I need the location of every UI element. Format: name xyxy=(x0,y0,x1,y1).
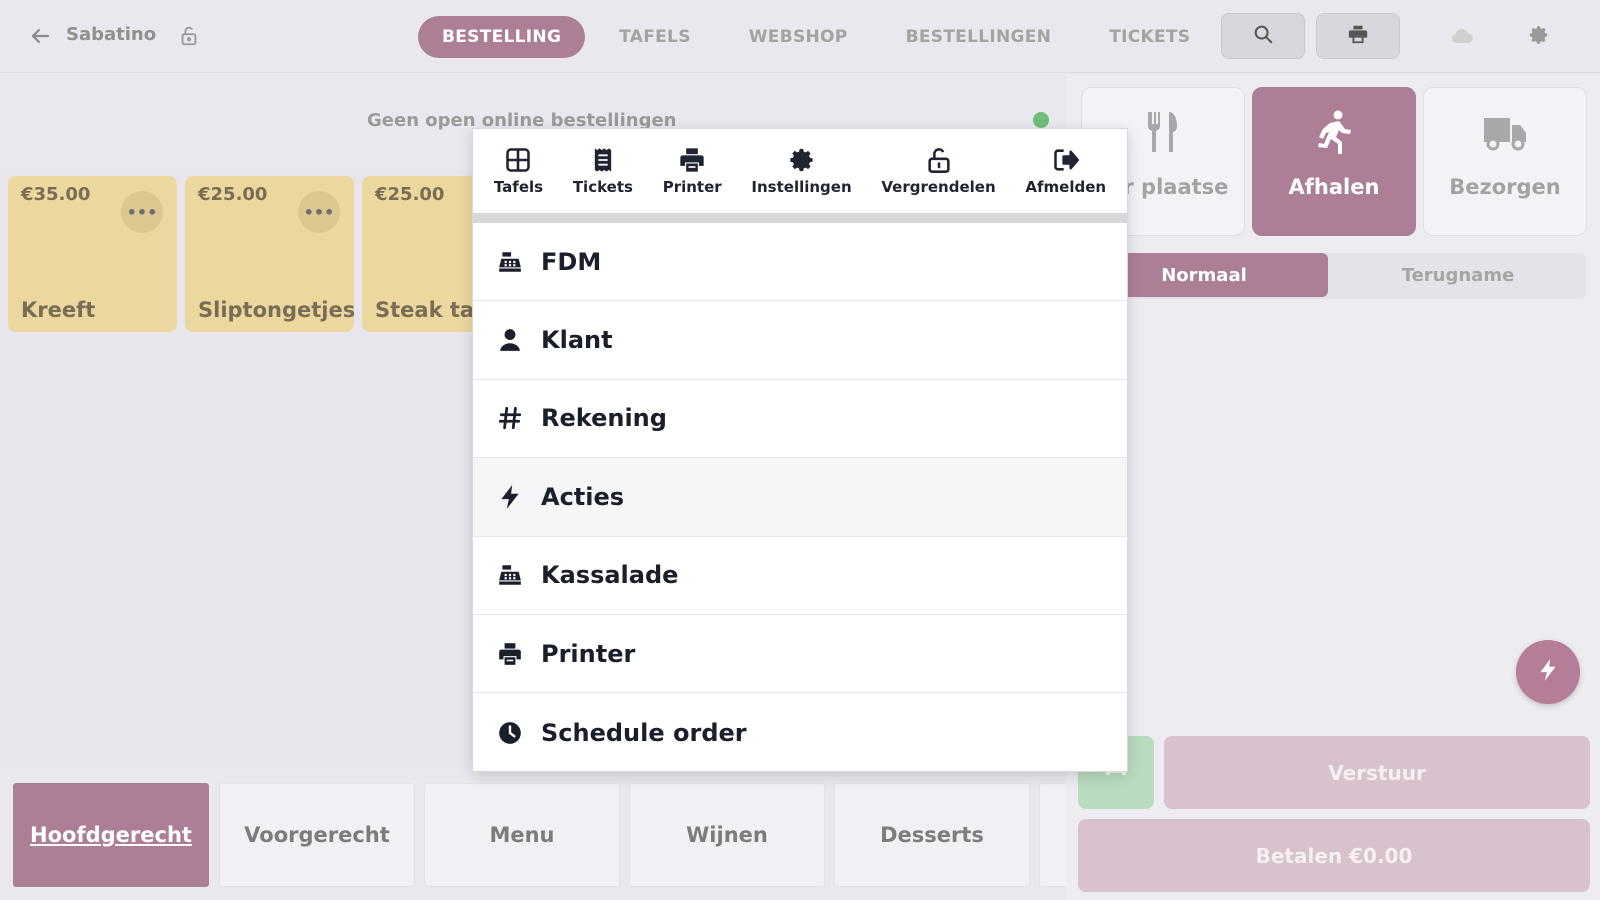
search-button[interactable] xyxy=(1221,13,1305,59)
tab-webshop[interactable]: WEBSHOP xyxy=(725,16,872,58)
segment-terugname[interactable]: Terugname xyxy=(1334,253,1582,297)
gear-icon[interactable] xyxy=(1528,24,1552,48)
mode-afhalen[interactable]: Afhalen xyxy=(1252,87,1416,236)
menu-item-rekening[interactable]: Rekening xyxy=(473,380,1127,459)
quick-action-tafels[interactable]: Tafels xyxy=(494,146,543,196)
menu-item-printer[interactable]: Printer xyxy=(473,615,1127,694)
send-button[interactable]: Verstuur xyxy=(1164,736,1590,809)
search-icon xyxy=(1252,23,1274,49)
menu-item-klant[interactable]: Klant xyxy=(473,301,1127,380)
product-tile[interactable]: €25.00 ••• Sliptongetjes xyxy=(185,176,356,332)
product-name: Steak tar xyxy=(375,298,485,322)
bolt-icon xyxy=(1535,657,1561,687)
bolt-icon xyxy=(501,484,519,509)
user-icon xyxy=(500,329,520,351)
product-name: Kreeft xyxy=(21,298,96,322)
category-menu[interactable]: Menu xyxy=(424,783,620,887)
mode-label: Afhalen xyxy=(1288,175,1380,199)
more-options-button[interactable]: ••• xyxy=(121,191,163,233)
tab-bestelling[interactable]: BESTELLING xyxy=(418,16,586,58)
running-person-icon xyxy=(1310,108,1358,156)
main-nav: BESTELLING TAFELS WEBSHOP BESTELLINGEN T… xyxy=(418,16,1224,58)
quick-action-instellingen[interactable]: Instellingen xyxy=(751,146,852,196)
cash-register-icon xyxy=(499,565,521,585)
quick-actions-bar: Tafels Tickets Printer Instellingen Verg… xyxy=(473,129,1127,213)
product-price: €25.00 xyxy=(375,184,445,205)
product-tile[interactable]: €25.00 Steak tar xyxy=(362,176,485,332)
print-button[interactable] xyxy=(1316,13,1400,59)
unlock-icon xyxy=(927,148,950,173)
quick-action-button[interactable] xyxy=(1516,640,1580,704)
menu-item-kassalade[interactable]: Kassalade xyxy=(473,537,1127,615)
menu-item-label: Acties xyxy=(541,482,625,511)
category-hoofdgerecht[interactable]: Hoofdgerecht xyxy=(13,783,209,887)
quick-action-afmelden[interactable]: Afmelden xyxy=(1025,146,1106,196)
cutlery-icon xyxy=(1139,108,1187,156)
cash-register-icon xyxy=(499,251,521,272)
quick-action-label: Vergrendelen xyxy=(881,178,996,196)
menu-divider xyxy=(473,213,1127,223)
quick-action-label: Afmelden xyxy=(1025,178,1107,196)
menu-item-label: Schedule order xyxy=(541,718,747,747)
menu-item-fdm[interactable]: FDM xyxy=(473,223,1127,302)
category-voorgerecht[interactable]: Voorgerecht xyxy=(219,783,415,887)
lock-icon[interactable] xyxy=(178,25,200,47)
quick-action-label: Tickets xyxy=(572,178,633,196)
clock-icon xyxy=(499,721,521,744)
quick-action-label: Printer xyxy=(662,178,722,196)
product-name: Sliptongetjes xyxy=(198,298,356,322)
product-price: €25.00 xyxy=(198,184,268,205)
menu-item-acties[interactable]: Acties xyxy=(473,458,1127,537)
receipt-icon xyxy=(594,148,612,172)
quick-action-label: Instellingen xyxy=(751,178,852,196)
mode-label: Bezorgen xyxy=(1449,175,1561,199)
top-bar: Sabatino BESTELLING TAFELS WEBSHOP BESTE… xyxy=(0,0,1600,73)
back-arrow-icon[interactable] xyxy=(28,24,52,48)
category-wijnen[interactable]: Wijnen xyxy=(629,783,825,887)
tab-tafels[interactable]: TAFELS xyxy=(595,16,715,58)
quick-action-label: Tafels xyxy=(493,178,544,196)
order-type-toggle: Normaal Terugname xyxy=(1080,253,1586,299)
online-status-dot xyxy=(1033,112,1049,128)
printer-icon xyxy=(680,148,704,172)
cloud-icon[interactable] xyxy=(1450,24,1474,48)
truck-icon xyxy=(1481,108,1529,156)
table-grid-icon xyxy=(506,148,531,172)
quick-action-tickets[interactable]: Tickets xyxy=(573,146,633,196)
more-options-button[interactable]: ••• xyxy=(298,191,340,233)
printer-icon xyxy=(1347,23,1369,49)
menu-item-label: Kassalade xyxy=(541,561,679,590)
mode-bezorgen[interactable]: Bezorgen xyxy=(1423,87,1587,236)
menu-item-label: Printer xyxy=(541,639,636,668)
tab-bestellingen[interactable]: BESTELLINGEN xyxy=(882,16,1076,58)
product-price: €35.00 xyxy=(21,184,91,205)
printer-icon xyxy=(499,642,521,665)
menu-item-label: FDM xyxy=(541,247,602,276)
menu-list: FDM Klant Rekening Acties Kassalade Prin… xyxy=(473,223,1127,772)
category-bar: Hoofdgerecht Voorgerecht Menu Wijnen Des… xyxy=(0,770,1066,900)
actions-menu: Tafels Tickets Printer Instellingen Verg… xyxy=(472,128,1128,772)
quick-action-vergrendelen[interactable]: Vergrendelen xyxy=(881,146,996,196)
product-tile[interactable]: €35.00 ••• Kreeft xyxy=(8,176,177,332)
menu-item-schedule-order[interactable]: Schedule order xyxy=(473,693,1127,771)
quick-action-printer[interactable]: Printer xyxy=(663,146,722,196)
category-desserts[interactable]: Desserts xyxy=(834,783,1030,887)
sign-out-icon xyxy=(1053,149,1079,171)
gear-icon xyxy=(789,148,813,172)
menu-item-label: Klant xyxy=(541,326,613,355)
category-next[interactable] xyxy=(1039,783,1066,887)
hashtag-icon xyxy=(498,407,522,430)
tab-tickets[interactable]: TICKETS xyxy=(1085,16,1214,58)
pay-button[interactable]: Betalen €0.00 xyxy=(1078,819,1590,892)
shop-name: Sabatino xyxy=(66,24,157,45)
menu-item-label: Rekening xyxy=(541,404,667,433)
